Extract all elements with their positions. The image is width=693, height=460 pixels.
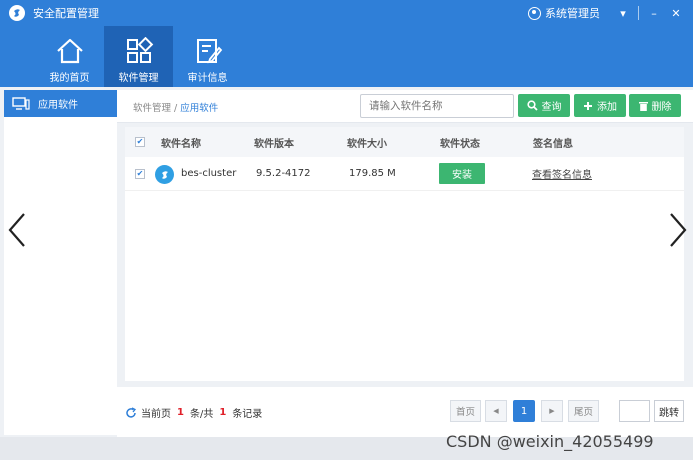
breadcrumb-separator: / bbox=[174, 103, 178, 114]
nav-software-label: 软件管理 bbox=[118, 73, 159, 84]
prev-page-button[interactable]: ◀ bbox=[485, 400, 507, 422]
unit-total-label: 条/共 bbox=[189, 409, 214, 420]
last-page-button[interactable]: 尾页 bbox=[568, 400, 599, 422]
app-title: 安全配置管理 bbox=[33, 7, 99, 20]
chevron-right-icon[interactable] bbox=[667, 210, 689, 250]
current-page-count: 1 bbox=[177, 407, 184, 418]
total-records: 1 bbox=[219, 407, 227, 418]
user-name[interactable]: 系统管理员 bbox=[545, 5, 600, 21]
software-version: 9.5.2-4172 bbox=[256, 168, 311, 179]
title-bar: 安全配置管理 系统管理员 ▾ – ✕ bbox=[0, 0, 693, 26]
search-input[interactable] bbox=[360, 94, 514, 118]
software-size: 179.85 M bbox=[349, 168, 396, 179]
plus-icon bbox=[584, 101, 592, 110]
breadcrumb-current: 应用软件 bbox=[180, 103, 219, 114]
chevron-left-icon[interactable] bbox=[6, 210, 28, 250]
column-header-status: 软件状态 bbox=[440, 138, 480, 150]
install-button[interactable]: 安装 bbox=[439, 163, 485, 184]
refresh-icon[interactable] bbox=[125, 406, 137, 419]
pagination-bar: 当前页 1 条/共 1 条记录 首页 ◀ 1 ▶ 尾页 跳转 bbox=[117, 387, 693, 437]
delete-button-label: 删除 bbox=[651, 102, 672, 113]
nav-audit-label: 审计信息 bbox=[187, 73, 228, 84]
records-label: 条记录 bbox=[232, 409, 263, 420]
trash-icon bbox=[638, 101, 648, 111]
nav-home-label: 我的首页 bbox=[49, 73, 90, 84]
breadcrumb: 软件管理 / 应用软件 bbox=[133, 100, 218, 114]
delete-button[interactable]: 删除 bbox=[629, 94, 681, 117]
first-page-button[interactable]: 首页 bbox=[450, 400, 481, 422]
audit-edit-icon bbox=[196, 39, 222, 64]
menu-dropdown-button[interactable]: ▾ bbox=[612, 2, 634, 24]
table-header: ✔ 软件名称 软件版本 软件大小 软件状态 签名信息 bbox=[125, 127, 684, 157]
jump-page-input[interactable] bbox=[619, 400, 650, 422]
nav-home[interactable]: 我的首页 bbox=[35, 26, 104, 87]
view-signature-link[interactable]: 查看签名信息 bbox=[532, 166, 592, 181]
home-icon bbox=[56, 38, 83, 64]
page-info: 当前页 1 条/共 1 条记录 bbox=[125, 405, 262, 420]
page-number-1[interactable]: 1 bbox=[513, 400, 535, 422]
monitor-icon bbox=[12, 97, 30, 110]
nav-audit[interactable]: 审计信息 bbox=[173, 26, 242, 87]
table-row[interactable]: ✔ bes-cluster 9.5.2-4172 179.85 M 安装 查看签… bbox=[125, 157, 684, 191]
main-nav: 我的首页 软件管理 审计信息 bbox=[0, 26, 693, 87]
add-button-label: 添加 bbox=[597, 102, 617, 113]
watermark-text: CSDN @weixin_42055499 bbox=[446, 432, 654, 451]
software-table: ✔ 软件名称 软件版本 软件大小 软件状态 签名信息 ✔ bes-cluster… bbox=[125, 127, 684, 381]
query-button[interactable]: 查询 bbox=[518, 94, 570, 117]
title-separator bbox=[638, 6, 639, 20]
select-all-checkbox[interactable]: ✔ bbox=[135, 137, 145, 147]
query-button-label: 查询 bbox=[541, 102, 562, 113]
search-icon bbox=[526, 100, 538, 111]
column-header-size: 软件大小 bbox=[347, 138, 387, 150]
breadcrumb-parent[interactable]: 软件管理 bbox=[133, 103, 171, 114]
add-button[interactable]: 添加 bbox=[574, 94, 626, 117]
next-page-button[interactable]: ▶ bbox=[541, 400, 563, 422]
main-content: 软件管理 / 应用软件 查询 添加 删除 ✔ 软件名称 软件版本 软件大小 软件… bbox=[117, 90, 693, 437]
nav-software[interactable]: 软件管理 bbox=[104, 26, 173, 87]
app-logo-icon bbox=[9, 5, 25, 21]
user-icon bbox=[528, 6, 541, 20]
column-header-version: 软件版本 bbox=[254, 138, 294, 150]
sidebar-item-app-software[interactable]: 应用软件 bbox=[4, 90, 117, 117]
sidebar: 应用软件 bbox=[4, 90, 117, 435]
sidebar-item-label: 应用软件 bbox=[38, 100, 78, 111]
column-header-name: 软件名称 bbox=[161, 138, 201, 150]
current-page-label: 当前页 bbox=[141, 409, 171, 420]
software-name: bes-cluster bbox=[181, 168, 237, 179]
apps-grid-icon bbox=[126, 37, 153, 63]
toolbar: 软件管理 / 应用软件 查询 添加 删除 bbox=[117, 90, 693, 123]
column-header-signature: 签名信息 bbox=[533, 138, 573, 150]
row-checkbox[interactable]: ✔ bbox=[135, 169, 145, 179]
close-button[interactable]: ✕ bbox=[665, 2, 687, 24]
minimize-button[interactable]: – bbox=[643, 2, 665, 24]
jump-button[interactable]: 跳转 bbox=[654, 400, 684, 422]
software-logo-icon bbox=[155, 165, 174, 184]
